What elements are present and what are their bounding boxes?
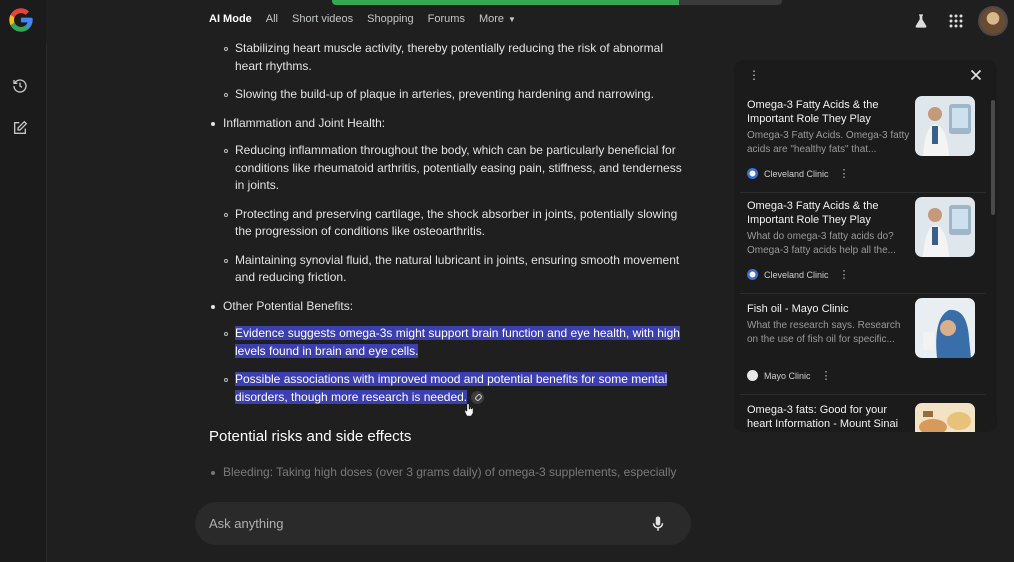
tab-ai-mode[interactable]: AI Mode — [209, 13, 252, 25]
left-rail — [0, 0, 47, 562]
sources-panel-header: ⋮ — [734, 60, 997, 92]
section-bullet-inflammation: Inflammation and Joint Health: — [209, 115, 687, 133]
ask-input-bar[interactable]: Ask anything — [195, 502, 691, 545]
source-title[interactable]: Omega-3 fats: Good for your heart Inform… — [747, 403, 907, 431]
bullet-label: Bleeding: — [223, 464, 274, 479]
tab-all[interactable]: All — [266, 13, 278, 25]
source-snippet: What the research says. Research on the … — [747, 320, 901, 345]
ask-input-placeholder[interactable]: Ask anything — [209, 516, 649, 531]
source-thumbnail-image — [915, 403, 975, 432]
tab-forums[interactable]: Forums — [428, 13, 465, 25]
ai-answer-content: Stabilizing heart muscle activity, there… — [209, 40, 687, 502]
panel-scrollbar[interactable] — [991, 100, 995, 215]
section-heading-risks: Potential risks and side effects — [209, 428, 412, 445]
source-more-icon[interactable]: ⋮ — [839, 167, 850, 180]
list-item-text: Maintaining synovial fluid, the natural … — [235, 252, 680, 285]
list-item-text: Reducing inflammation throughout the bod… — [235, 143, 682, 192]
list-item: Slowing the build-up of plaque in arteri… — [209, 86, 687, 104]
bullet-heading: Other Potential Benefits: — [223, 298, 354, 313]
tab-more-label: More — [478, 13, 505, 25]
account-avatar[interactable] — [980, 8, 1006, 34]
list-item: Evidence suggests omega-3s might support… — [209, 325, 687, 360]
source-snippet: What do omega-3 fatty acids do? Omega-3 … — [747, 231, 896, 256]
source-thumbnail-image — [915, 96, 975, 156]
cleveland-clinic-favicon-icon — [747, 269, 758, 280]
list-item-text: Taking high doses (over 3 grams daily) o… — [273, 464, 677, 479]
source-more-icon[interactable]: ⋮ — [821, 369, 832, 382]
source-site: Mayo Clinic ⋮ — [747, 369, 832, 382]
google-logo[interactable] — [7, 6, 35, 34]
list-item-text: Protecting and preserving cartilage, the… — [235, 206, 678, 239]
cleveland-clinic-favicon-icon — [747, 168, 758, 179]
source-site: Cleveland Clinic ⋮ — [747, 167, 850, 180]
list-item: Stabilizing heart muscle activity, there… — [209, 40, 687, 75]
tab-short-videos[interactable]: Short videos — [292, 13, 353, 25]
highlighted-text[interactable]: Possible associations with improved mood… — [235, 372, 668, 404]
source-card[interactable]: Omega-3 Fatty Acids & the Important Role… — [740, 197, 986, 294]
mayo-clinic-favicon-icon — [747, 370, 758, 381]
source-site-name: Cleveland Clinic — [764, 269, 829, 280]
source-site: Cleveland Clinic ⋮ — [747, 268, 850, 281]
list-item: Protecting and preserving cartilage, the… — [209, 206, 687, 241]
source-title[interactable]: Omega-3 Fatty Acids & the Important Role… — [747, 98, 907, 126]
search-tabs: AI Mode All Short videos Shopping Forums… — [209, 13, 530, 25]
list-item-text: Stabilizing heart muscle activity, there… — [235, 41, 663, 73]
sources-panel: ⋮ Omega-3 Fatty Acids & the Important Ro… — [734, 60, 997, 432]
close-icon[interactable] — [967, 66, 985, 84]
list-item: Bleeding: Taking high doses (over 3 gram… — [209, 464, 687, 482]
bullet-heading: Inflammation and Joint Health: — [223, 115, 386, 130]
list-item: Maintaining synovial fluid, the natural … — [209, 252, 687, 287]
mic-icon[interactable] — [649, 515, 667, 533]
apps-grid-icon[interactable] — [946, 11, 966, 31]
mouse-cursor-icon — [465, 404, 473, 416]
loading-progress-fill — [332, 0, 679, 5]
source-site-name: Cleveland Clinic — [764, 168, 829, 179]
flask-icon[interactable] — [911, 11, 931, 31]
tab-shopping[interactable]: Shopping — [367, 13, 414, 25]
source-thumbnail-image — [915, 197, 975, 257]
source-list: Omega-3 Fatty Acids & the Important Role… — [734, 96, 992, 432]
list-item-text: Slowing the build-up of plaque in arteri… — [235, 87, 654, 101]
source-site-name: Mayo Clinic — [764, 370, 811, 381]
caret-down-icon: ▼ — [508, 15, 516, 24]
source-thumbnail-image — [915, 298, 975, 358]
more-options-icon[interactable]: ⋮ — [748, 68, 760, 82]
link-icon[interactable] — [471, 390, 485, 404]
top-right-actions — [896, 8, 1006, 34]
history-icon[interactable] — [10, 76, 30, 96]
source-more-icon[interactable]: ⋮ — [839, 268, 850, 281]
list-item: Reducing inflammation throughout the bod… — [209, 142, 687, 195]
loading-progress-bar — [332, 0, 782, 5]
source-snippet: Omega-3 Fatty Acids. Omega-3 fatty acids… — [747, 130, 910, 155]
top-bar: AI Mode All Short videos Shopping Forums… — [46, 0, 1014, 44]
source-card[interactable]: Fish oil - Mayo Clinic What the research… — [740, 298, 986, 395]
highlighted-text[interactable]: Evidence suggests omega-3s might support… — [235, 326, 680, 358]
source-card[interactable]: Omega-3 fats: Good for your heart Inform… — [740, 399, 986, 432]
source-card[interactable]: Omega-3 Fatty Acids & the Important Role… — [740, 96, 986, 193]
source-title[interactable]: Fish oil - Mayo Clinic — [747, 302, 907, 316]
edit-icon[interactable] — [10, 118, 30, 138]
list-item: Possible associations with improved mood… — [209, 371, 687, 406]
section-bullet-other: Other Potential Benefits: — [209, 298, 687, 316]
source-title[interactable]: Omega-3 Fatty Acids & the Important Role… — [747, 199, 907, 227]
tab-more[interactable]: More ▼ — [479, 13, 516, 25]
